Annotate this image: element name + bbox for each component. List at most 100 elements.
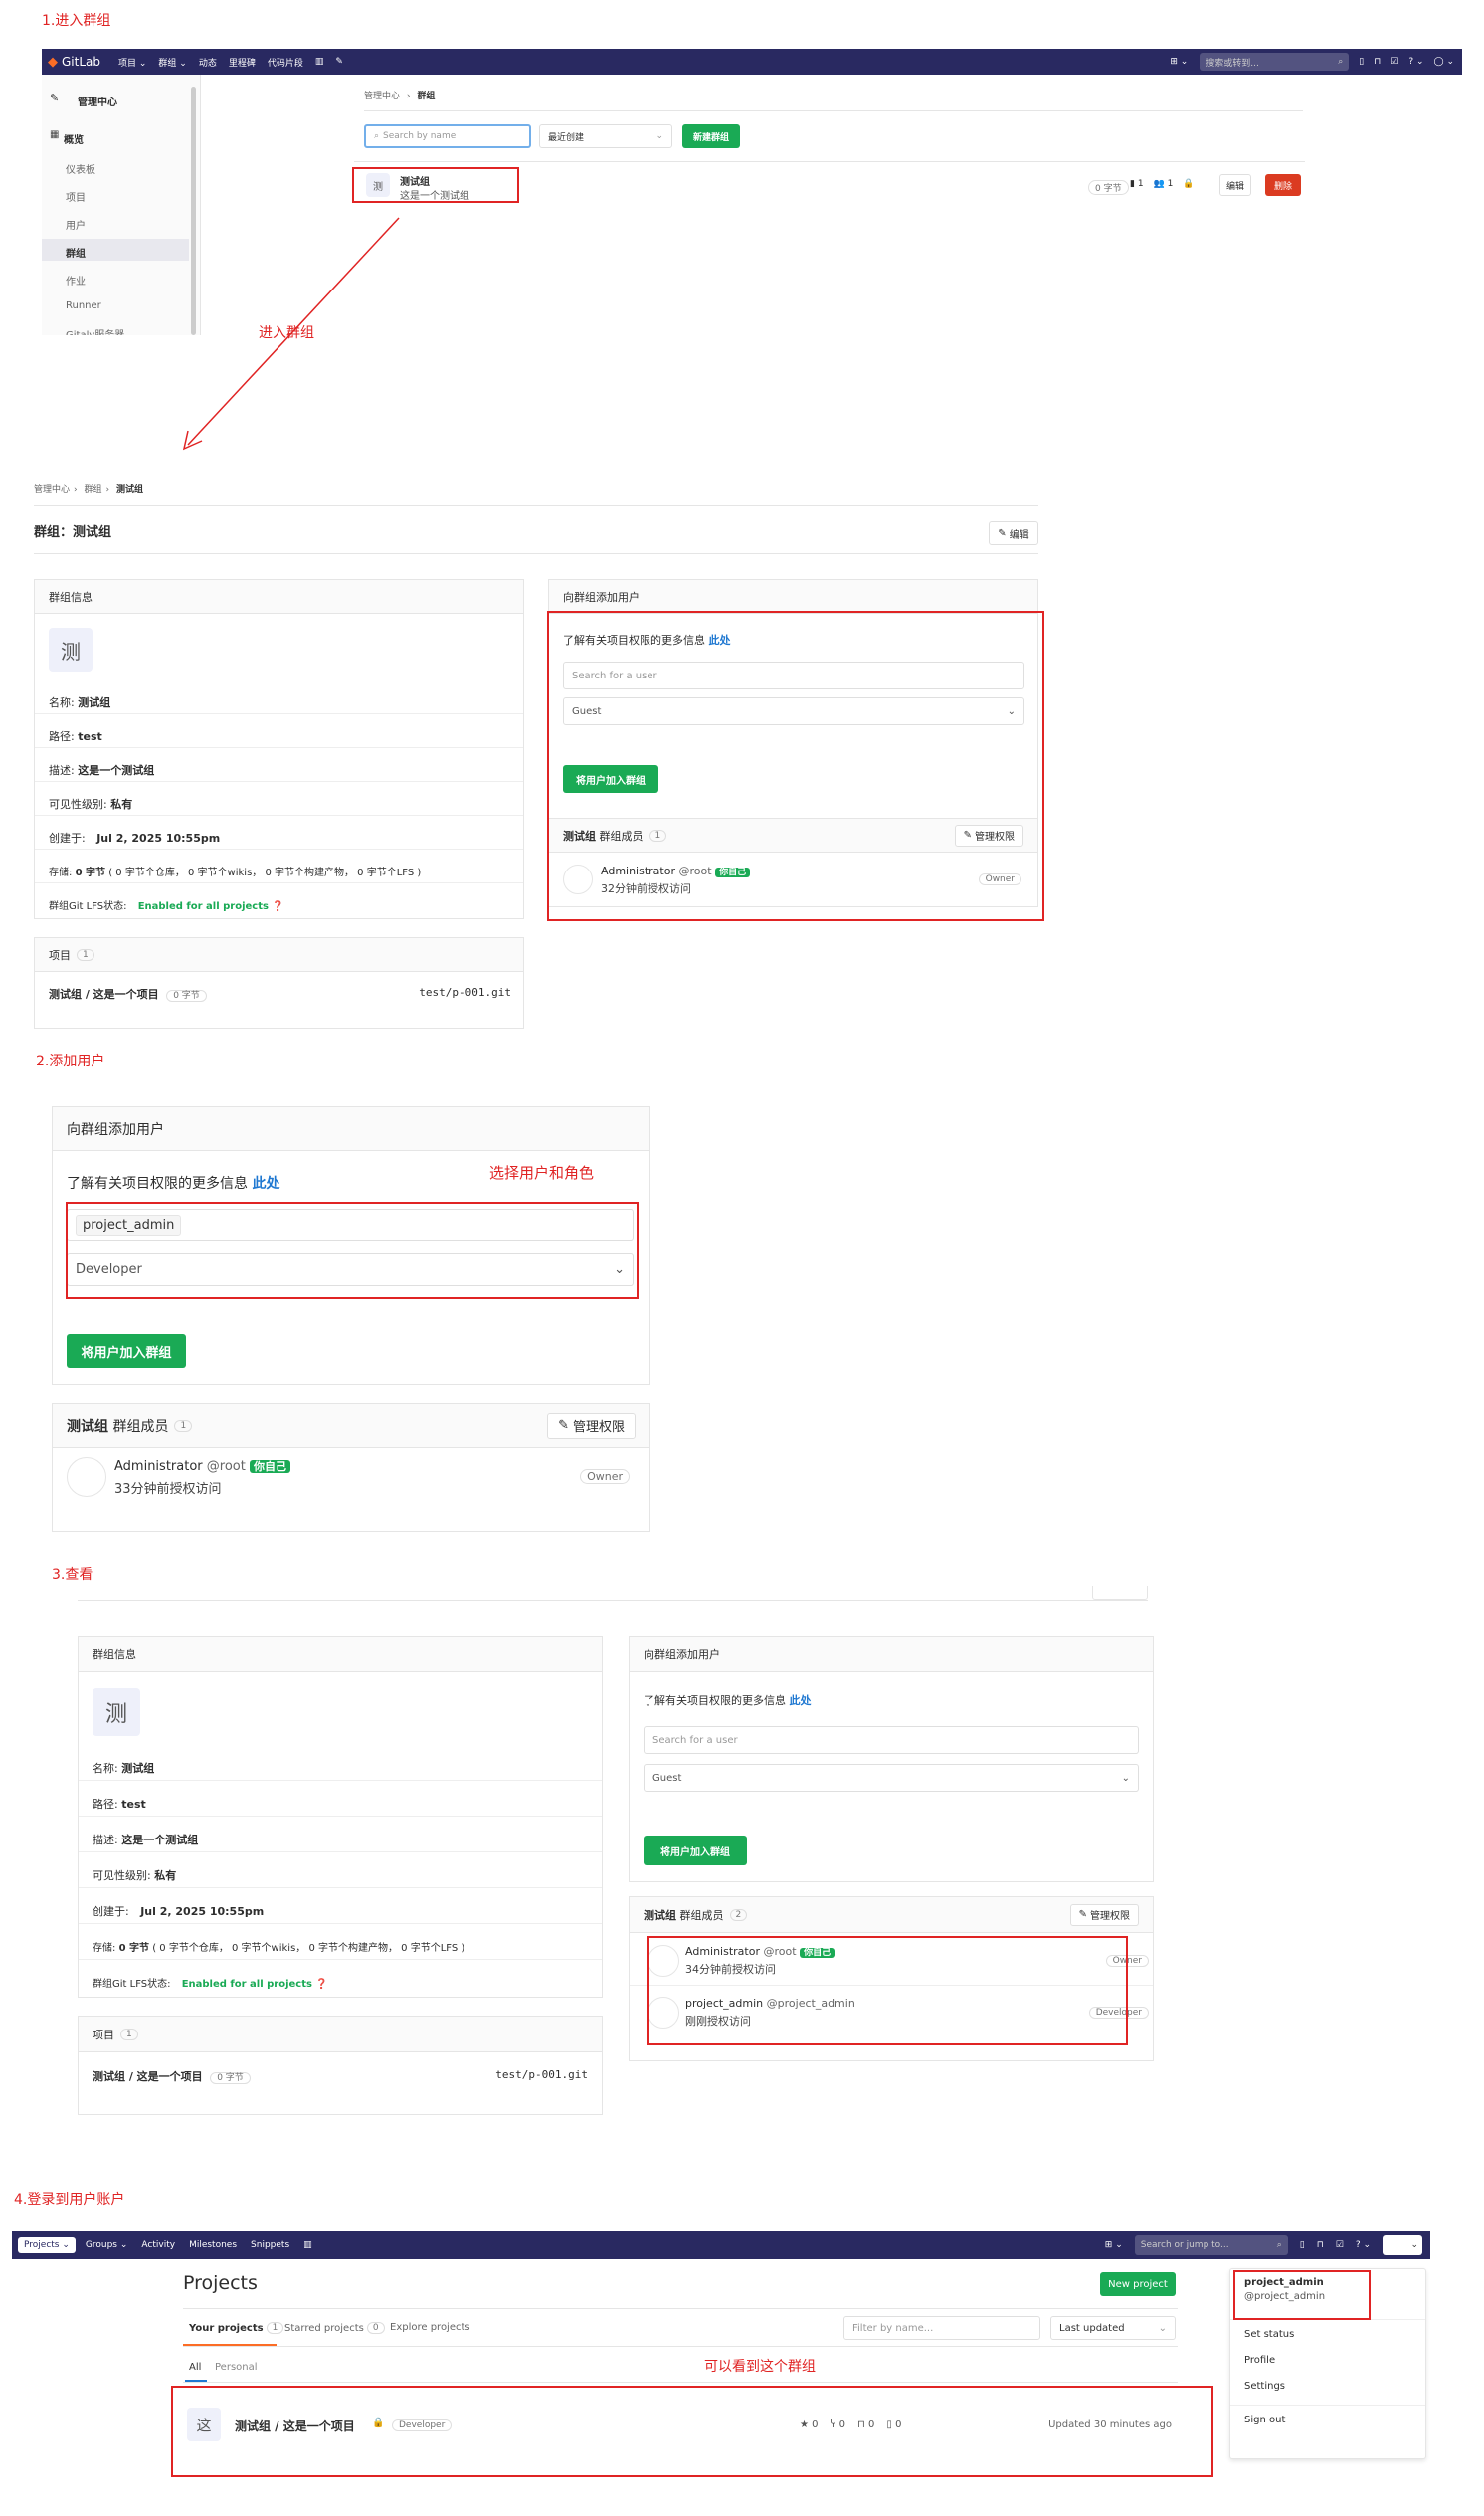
sort-select[interactable]: 最近创建 ⌄ (539, 124, 672, 148)
project-size-badge: 0 字节 (210, 2072, 251, 2084)
edit-group-button[interactable]: 编辑 (1219, 174, 1251, 196)
edit-button-partial[interactable] (1092, 1586, 1148, 1600)
sort-select[interactable]: Last updated ⌄ (1050, 2316, 1176, 2340)
add-user-panel: 向群组添加用户 了解有关项目权限的更多信息 此处 Search for a us… (629, 1636, 1154, 1882)
nav-groups[interactable]: 群组 ⌄ (158, 56, 186, 69)
avatar[interactable]: ◯ ⌄ (1434, 57, 1454, 67)
nav-snippets[interactable]: 代码片段 (268, 56, 303, 69)
filter-input[interactable]: Filter by name... (843, 2316, 1040, 2340)
annotation-box-add-user (547, 611, 1044, 921)
sidebar-item-jobs[interactable]: 作业 (66, 273, 86, 288)
breadcrumb-item[interactable]: 测试组 (116, 485, 143, 495)
group-search-input[interactable]: ⌕ Search by name (364, 124, 531, 148)
nav-search[interactable]: Search or jump to... ⌕ (1134, 2235, 1288, 2255)
breadcrumb-item[interactable]: 群组 (85, 485, 102, 495)
sidebar-item-users[interactable]: 用户 (66, 217, 86, 232)
edit-button[interactable]: ✎ 编辑 (989, 521, 1038, 545)
new-project-button[interactable]: New project (1100, 2272, 1176, 2296)
gitlab-logo-icon[interactable]: ◆ (48, 55, 58, 70)
dropdown-sign-out[interactable]: Sign out (1244, 2415, 1285, 2425)
projects-panel: 项目 1 测试组 / 这是一个项目 0 字节 test/p-001.git (78, 2016, 603, 2115)
manage-access-button[interactable]: ✎ 管理权限 (1069, 1903, 1139, 1926)
project-name-link[interactable]: 测试组 / 这是一个项目 (49, 988, 159, 1001)
info-path-value: test (121, 1798, 146, 1811)
sidebar-item-groups[interactable]: 群组 (66, 245, 86, 260)
nav-milestones[interactable]: 里程碑 (229, 56, 256, 69)
chart-icon[interactable]: ▥ (315, 57, 324, 67)
info-lfs-value: Enabled for all projects (181, 1979, 312, 1990)
project-name-link[interactable]: 测试组 / 这是一个项目 (93, 2070, 203, 2083)
role-select[interactable]: Guest ⌄ (644, 1764, 1139, 1792)
plus-icon[interactable]: ⊞ ⌄ (1170, 57, 1188, 67)
annotation-box-user (1233, 2270, 1371, 2320)
subtab-personal[interactable]: Personal (215, 2362, 258, 2373)
project-row: 测试组 / 这是一个项目 0 字节 (49, 986, 207, 1002)
member-name[interactable]: Administrator (114, 1459, 203, 1474)
permissions-hint-text: 了解有关项目权限的更多信息 (67, 1176, 248, 1192)
nav-groups[interactable]: Groups ⌄ (86, 2240, 128, 2250)
nav-search[interactable]: 搜索或转到... ⌕ (1200, 53, 1350, 71)
wrench-icon[interactable]: ✎ (335, 57, 343, 67)
info-storage: 存储: 0 字节 ( 0 字节个仓库， 0 字节个wikis， 0 字节个构建产… (49, 864, 421, 878)
delete-group-button[interactable]: 删除 (1265, 174, 1301, 196)
chart-icon[interactable]: ▥ (303, 2240, 312, 2250)
new-group-button[interactable]: 新建群组 (682, 124, 740, 148)
sidebar-item-gitaly[interactable]: Gitaly服务器 (66, 326, 124, 335)
sidebar-item-dashboard[interactable]: 仪表板 (66, 161, 95, 176)
annotation-box-members (647, 1936, 1128, 2045)
projects-header-label: 项目 (93, 2028, 114, 2041)
divider (183, 2308, 1178, 2309)
subtab-all[interactable]: All (189, 2362, 201, 2373)
group-size-badge: 0 字节 (1088, 180, 1129, 195)
annotation-select-user-role: 选择用户和角色 (489, 1164, 595, 1182)
nav-snippets[interactable]: Snippets (251, 2240, 289, 2250)
breadcrumb-item[interactable]: 管理中心 (34, 485, 70, 495)
plus-icon[interactable]: ⊞ ⌄ (1105, 2240, 1123, 2250)
merge-request-icon[interactable]: ⊓ (1317, 2240, 1324, 2250)
help-icon[interactable]: ❓ (272, 901, 283, 912)
issues-icon[interactable]: ▯ (1359, 57, 1364, 67)
info-path: 路径: test (49, 728, 102, 744)
nav-projects[interactable]: Projects ⌄ (18, 2237, 76, 2253)
top-navbar: ◆ GitLab 项目 ⌄ 群组 ⌄ 动态 里程碑 代码片段 ▥ ✎ ⊞ ⌄ 搜… (42, 49, 1462, 75)
todo-icon[interactable]: ☑ (1391, 57, 1398, 67)
manage-access-button[interactable]: ✎ 管理权限 (547, 1412, 636, 1439)
permissions-hint: 了解有关项目权限的更多信息 此处 (67, 1173, 279, 1193)
tab-your-projects[interactable]: Your projects 1 (189, 2322, 284, 2334)
help-icon[interactable]: ❓ (315, 1979, 327, 1990)
dropdown-settings[interactable]: Settings (1244, 2381, 1285, 2392)
dropdown-profile[interactable]: Profile (1244, 2355, 1275, 2366)
nav-milestones[interactable]: Milestones (189, 2240, 237, 2250)
permissions-link[interactable]: 此处 (790, 1694, 812, 1707)
sidebar-item-projects[interactable]: 项目 (66, 189, 86, 204)
permissions-link[interactable]: 此处 (252, 1176, 279, 1192)
issues-icon[interactable]: ▯ (1300, 2240, 1305, 2250)
manage-access-label: 管理权限 (1090, 1911, 1130, 1922)
nav-activity[interactable]: 动态 (199, 56, 217, 69)
help-icon[interactable]: ? ⌄ (1356, 2240, 1371, 2250)
sidebar-item-runners[interactable]: Runner (66, 300, 101, 311)
dropdown-set-status[interactable]: Set status (1244, 2329, 1294, 2340)
avatar[interactable]: ⌄ (1383, 2235, 1422, 2255)
nav-activity[interactable]: Activity (141, 2240, 175, 2250)
todo-icon[interactable]: ☑ (1336, 2240, 1344, 2250)
breadcrumb-current[interactable]: 群组 (417, 92, 435, 101)
nav-projects[interactable]: 项目 ⌄ (118, 56, 146, 69)
tab-explore-projects[interactable]: Explore projects (390, 2322, 470, 2333)
sidebar-item-groups-active[interactable] (42, 239, 189, 261)
tab-count: 0 (366, 2322, 385, 2334)
help-icon[interactable]: ? ⌄ (1408, 57, 1423, 67)
group-info-header: 群组信息 (35, 580, 523, 614)
add-to-group-button[interactable]: 将用户加入群组 (67, 1334, 186, 1368)
info-storage-label: 存储: (49, 868, 73, 878)
add-user-header: 向群组添加用户 (549, 580, 1037, 614)
breadcrumb-root[interactable]: 管理中心 (364, 92, 400, 101)
user-search-input[interactable]: Search for a user (644, 1726, 1139, 1754)
sidebar-section-overview[interactable]: 概览 (64, 131, 84, 146)
info-storage-value: 0 字节 (75, 868, 106, 878)
info-vis-value: 私有 (154, 1869, 177, 1882)
merge-request-icon[interactable]: ⊓ (1374, 57, 1381, 67)
add-to-group-button[interactable]: 将用户加入群组 (644, 1836, 747, 1865)
tab-starred-projects[interactable]: Starred projects 0 (284, 2322, 385, 2334)
divider (183, 2346, 1178, 2347)
